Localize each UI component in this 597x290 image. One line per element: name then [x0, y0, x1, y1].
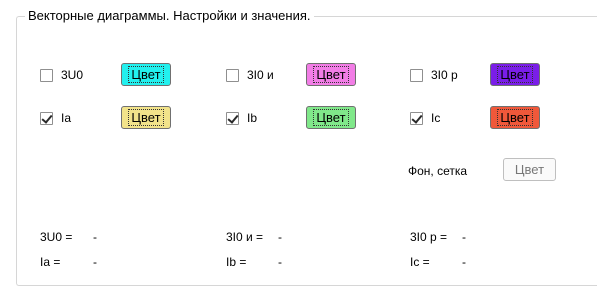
color-button-ib-label: Цвет — [313, 109, 349, 126]
color-button-3i0u[interactable]: Цвет — [306, 63, 356, 86]
checkbox-3i0p-box[interactable] — [410, 68, 423, 82]
color-button-ib[interactable]: Цвет — [306, 106, 356, 129]
groupbox-title: Векторные диаграммы. Настройки и значени… — [25, 8, 314, 24]
background-grid-label: Фон, сетка — [408, 164, 468, 178]
checkbox-ib-box[interactable] — [226, 111, 239, 125]
checkbox-ia-box[interactable] — [40, 111, 53, 125]
checkbox-3i0p-label: 3I0 р — [431, 68, 458, 82]
background-grid-color-button[interactable]: Цвет — [503, 158, 556, 181]
checkbox-3i0u[interactable]: 3I0 и — [226, 68, 274, 82]
checkbox-ib-label: Ib — [247, 111, 258, 125]
value-3u0-label: 3U0 = — [40, 230, 73, 244]
vector-diagrams-groupbox — [16, 16, 597, 286]
checkbox-3i0u-box[interactable] — [226, 68, 239, 82]
color-button-ia-label: Цвет — [128, 109, 164, 126]
color-button-3u0[interactable]: Цвет — [121, 63, 171, 86]
color-button-3i0p[interactable]: Цвет — [490, 63, 540, 86]
checkbox-ib[interactable]: Ib — [226, 111, 257, 125]
checkbox-3u0[interactable]: 3U0 — [40, 68, 83, 82]
checkbox-3u0-label: 3U0 — [61, 68, 84, 82]
color-button-3i0p-label: Цвет — [497, 66, 533, 83]
checkbox-ia[interactable]: Ia — [40, 111, 71, 125]
value-3u0: - — [93, 230, 97, 244]
value-ia-label: Ia = — [40, 255, 61, 269]
checkbox-3i0p[interactable]: 3I0 р — [410, 68, 458, 82]
value-ib: - — [278, 255, 282, 269]
color-button-ia[interactable]: Цвет — [121, 106, 171, 129]
checkbox-3u0-box[interactable] — [40, 68, 53, 82]
value-ia: - — [93, 255, 97, 269]
value-3i0p: - — [462, 230, 466, 244]
color-button-ic-label: Цвет — [497, 109, 533, 126]
checkbox-ic-label: Ic — [431, 111, 441, 125]
value-3i0p-label: 3I0 р = — [410, 230, 448, 244]
value-ic-label: Ic = — [410, 255, 430, 269]
value-3i0u-label: 3I0 и = — [226, 230, 264, 244]
checkbox-ic-box[interactable] — [410, 111, 423, 125]
checkbox-3i0u-label: 3I0 и — [247, 68, 274, 82]
value-ib-label: Ib = — [226, 255, 247, 269]
checkbox-ic[interactable]: Ic — [410, 111, 440, 125]
color-button-3u0-label: Цвет — [128, 66, 164, 83]
color-button-3i0u-label: Цвет — [313, 66, 349, 83]
value-3i0u: - — [278, 230, 282, 244]
background-grid-color-button-label: Цвет — [514, 162, 545, 177]
color-button-ic[interactable]: Цвет — [490, 106, 540, 129]
value-ic: - — [462, 255, 466, 269]
checkbox-ia-label: Ia — [61, 111, 72, 125]
